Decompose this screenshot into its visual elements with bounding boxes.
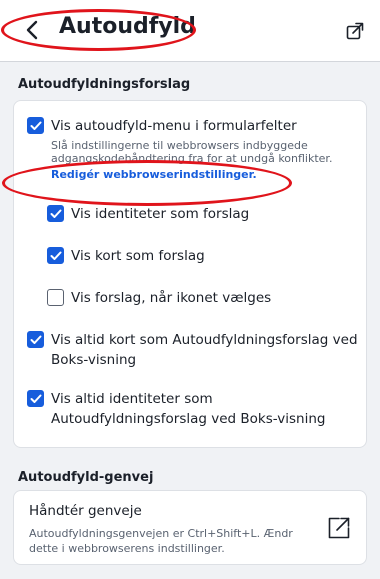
option-label-show-cards: Vis kort som forslag xyxy=(71,248,205,264)
checkbox-show-identities[interactable] xyxy=(47,205,64,222)
checkbox-always-show-identities[interactable] xyxy=(27,390,44,407)
option-label-always-show-identities-1: Vis altid identiteter som xyxy=(51,391,213,407)
section-title-shortcut: Autoudfyld-genvej xyxy=(18,470,154,485)
page-title: Autoudfyld xyxy=(59,14,196,39)
checkmark-icon xyxy=(30,394,41,403)
option-label-show-identities: Vis identiteter som forslag xyxy=(71,206,250,222)
shortcut-helper-line2: dette i webbrowserens indstillinger. xyxy=(29,542,225,555)
checkbox-always-show-cards[interactable] xyxy=(27,331,44,348)
option-label-always-show-cards-2: Boks-visning xyxy=(51,352,137,368)
option-label-show-on-icon: Vis forslag, når ikonet vælges xyxy=(71,290,272,306)
popout-button[interactable] xyxy=(344,20,366,42)
option-label-always-show-identities-2: Autoudfyldningsforslag ved Boks-visning xyxy=(51,411,326,427)
option-label-show-autofill-menu: Vis autoudfyld-menu i formularfelter xyxy=(51,118,297,134)
checkmark-icon xyxy=(30,335,41,344)
checkmark-icon xyxy=(30,121,41,130)
shortcut-helper-line1: Autoudfyldningsgenvejen er Ctrl+Shift+L.… xyxy=(29,527,293,540)
header-bar: Autoudfyld xyxy=(0,0,380,62)
external-link-icon xyxy=(328,517,350,539)
popout-icon xyxy=(346,22,364,40)
section-title-suggestions: Autoudfyldningsforslag xyxy=(18,77,191,92)
option-helper-line2: adgangskodehåndtering fra for at undgå k… xyxy=(51,152,333,165)
chevron-left-icon xyxy=(26,20,38,40)
option-label-always-show-cards-1: Vis altid kort som Autoudfyldningsforsla… xyxy=(51,332,358,348)
checkmark-icon xyxy=(50,209,61,218)
checkbox-show-cards[interactable] xyxy=(47,247,64,264)
manage-shortcuts-title: Håndtér genveje xyxy=(29,503,142,519)
checkmark-icon xyxy=(50,251,61,260)
checkbox-show-autofill-menu[interactable] xyxy=(27,117,44,134)
manage-shortcuts-button[interactable] xyxy=(326,515,352,541)
back-button[interactable] xyxy=(20,16,44,44)
edit-browser-settings-link[interactable]: Redigér webbrowserindstillinger. xyxy=(51,168,257,181)
checkbox-show-on-icon[interactable] xyxy=(47,289,64,306)
